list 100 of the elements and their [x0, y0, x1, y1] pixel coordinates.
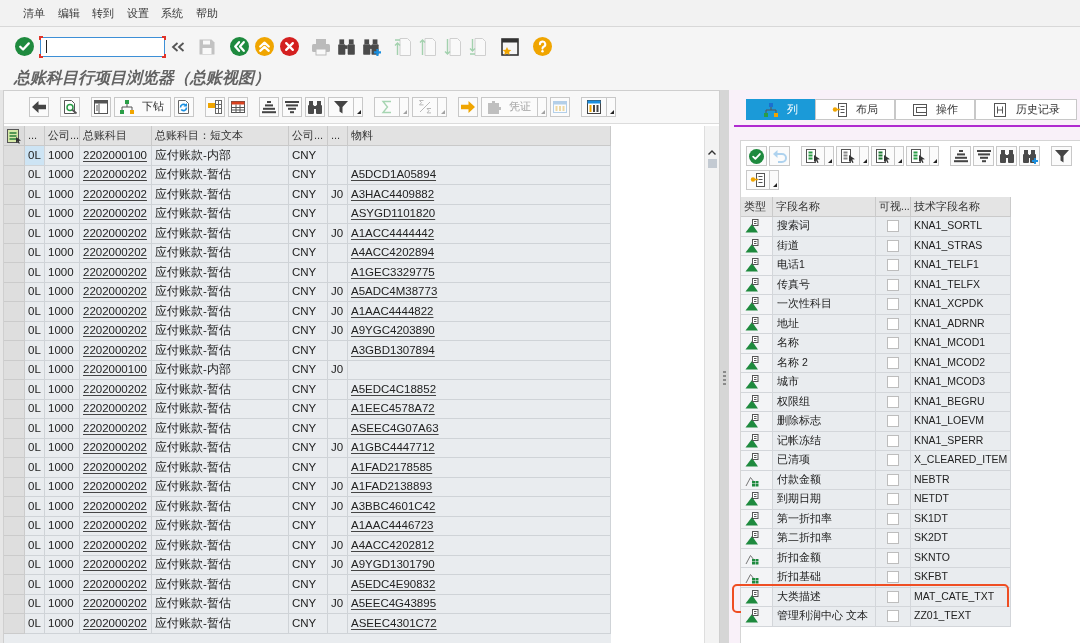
- row-selector[interactable]: [4, 497, 25, 517]
- material-link[interactable]: A5EEC4G43895: [351, 595, 437, 613]
- dropdown-button[interactable]: [860, 146, 869, 166]
- checkbox[interactable]: [887, 551, 899, 564]
- checkbox[interactable]: [887, 571, 899, 584]
- cancel-button[interactable]: [279, 35, 299, 58]
- checkbox[interactable]: [887, 532, 899, 545]
- menu-item[interactable]: 帮助: [195, 7, 218, 19]
- material-link[interactable]: A3BBC4601C42: [351, 497, 436, 515]
- row-selector[interactable]: [4, 614, 25, 634]
- column-header[interactable]: 可视...: [876, 197, 911, 217]
- checkbox[interactable]: [887, 454, 899, 467]
- checkbox[interactable]: [887, 337, 899, 350]
- sort-ascending-button[interactable]: [950, 146, 971, 166]
- checkbox[interactable]: [887, 220, 899, 233]
- row-selector[interactable]: [4, 380, 25, 400]
- column-header[interactable]: ...: [25, 126, 45, 146]
- checkbox[interactable]: [887, 415, 899, 428]
- material-link[interactable]: A1FAD2138893: [351, 478, 433, 496]
- material-link[interactable]: A5DCD1A05894: [351, 166, 437, 184]
- checkbox[interactable]: [887, 395, 899, 408]
- command-field[interactable]: [39, 35, 166, 58]
- checkbox[interactable]: [887, 317, 899, 330]
- dropdown-button[interactable]: [770, 170, 779, 190]
- back-button[interactable]: [229, 35, 249, 58]
- column-header[interactable]: 物料: [348, 126, 611, 146]
- row-selector[interactable]: [4, 341, 25, 361]
- sort-ascending-button[interactable]: [259, 97, 279, 117]
- row-selector[interactable]: [4, 302, 25, 322]
- exit-button[interactable]: [254, 35, 274, 58]
- material-link[interactable]: A3HAC4409882: [351, 185, 435, 203]
- material-link[interactable]: A1ACC4444442: [351, 224, 435, 242]
- column-header[interactable]: 字段名称: [773, 197, 876, 217]
- filter-button[interactable]: [1051, 146, 1072, 166]
- material-link[interactable]: A9YGC4203890: [351, 322, 435, 340]
- material-link[interactable]: ASEEC4G07A63: [351, 419, 439, 437]
- dropdown-button[interactable]: [607, 97, 616, 117]
- layout-button[interactable]: [581, 97, 607, 117]
- material-link[interactable]: A4ACC4202812: [351, 536, 435, 554]
- dropdown-button[interactable]: [930, 146, 939, 166]
- find-next-button[interactable]: [1019, 146, 1040, 166]
- checkbox[interactable]: [887, 434, 899, 447]
- select-all-button[interactable]: [6, 127, 22, 144]
- row-selector[interactable]: [4, 185, 25, 205]
- tab[interactable]: 布局: [815, 99, 895, 120]
- checkbox[interactable]: [887, 590, 899, 603]
- hide-column-button[interactable]: [836, 146, 860, 166]
- back-button[interactable]: [29, 97, 49, 117]
- material-link[interactable]: A5EDC4C18852: [351, 380, 437, 398]
- enter-button[interactable]: [14, 35, 34, 58]
- column-header[interactable]: 技术字段名称: [911, 197, 1011, 217]
- menu-item[interactable]: 转到: [92, 7, 114, 19]
- layout-button[interactable]: [746, 170, 770, 190]
- dropdown-button[interactable]: [354, 97, 363, 117]
- refresh-button[interactable]: [174, 97, 194, 117]
- confirm-button[interactable]: [746, 146, 767, 166]
- material-link[interactable]: A1AAC4446723: [351, 517, 434, 535]
- filter-button[interactable]: [328, 97, 354, 117]
- row-selector[interactable]: [4, 263, 25, 283]
- dropdown-button[interactable]: [895, 146, 904, 166]
- checkbox[interactable]: [887, 473, 899, 486]
- row-selector[interactable]: [4, 575, 25, 595]
- material-link[interactable]: A1EEC4578A72: [351, 400, 435, 418]
- menu-item[interactable]: 编辑: [57, 7, 80, 19]
- choose-layout-button[interactable]: [205, 97, 225, 117]
- checkbox[interactable]: [887, 298, 899, 311]
- find-button[interactable]: [305, 97, 325, 117]
- scrollbar[interactable]: [704, 126, 719, 643]
- material-link[interactable]: A5ADC4M38773: [351, 283, 438, 301]
- checkbox[interactable]: [887, 239, 899, 252]
- column-header[interactable]: ...: [328, 126, 348, 146]
- checkbox[interactable]: [887, 278, 899, 291]
- material-link[interactable]: ASYGD1101820: [351, 205, 436, 223]
- tab[interactable]: 操作: [895, 99, 975, 120]
- mark-column-button[interactable]: [871, 146, 895, 166]
- help-button[interactable]: [532, 35, 552, 58]
- menu-item[interactable]: 清单: [23, 7, 45, 19]
- show-column-button[interactable]: [801, 146, 825, 166]
- find-button[interactable]: [996, 146, 1017, 166]
- material-link[interactable]: A9YGD1301790: [351, 556, 435, 574]
- material-link[interactable]: A3GBD1307894: [351, 341, 435, 359]
- move-column-button[interactable]: [906, 146, 930, 166]
- material-link[interactable]: A5EDC4E90832: [351, 575, 436, 593]
- material-link[interactable]: A4ACC4202894: [351, 244, 435, 262]
- row-selector[interactable]: [4, 419, 25, 439]
- column-header[interactable]: 总账科目: [80, 126, 152, 146]
- material-link[interactable]: A1FAD2178585: [351, 458, 433, 476]
- row-selector[interactable]: [4, 536, 25, 556]
- material-link[interactable]: A1GBC4447712: [351, 439, 435, 457]
- menu-item[interactable]: 系统: [161, 7, 183, 19]
- spreadsheet-button[interactable]: [228, 97, 248, 117]
- column-header[interactable]: 总账科目：短文本: [152, 126, 289, 146]
- checkbox[interactable]: [887, 356, 899, 369]
- next-button[interactable]: [458, 97, 478, 117]
- checkbox[interactable]: [887, 512, 899, 525]
- drilldown-button[interactable]: 下钻: [114, 97, 171, 117]
- dropdown-button[interactable]: [825, 146, 834, 166]
- row-selector[interactable]: [4, 458, 25, 478]
- layout-settings-button[interactable]: [91, 97, 111, 117]
- scrollbar-thumb[interactable]: [707, 159, 717, 168]
